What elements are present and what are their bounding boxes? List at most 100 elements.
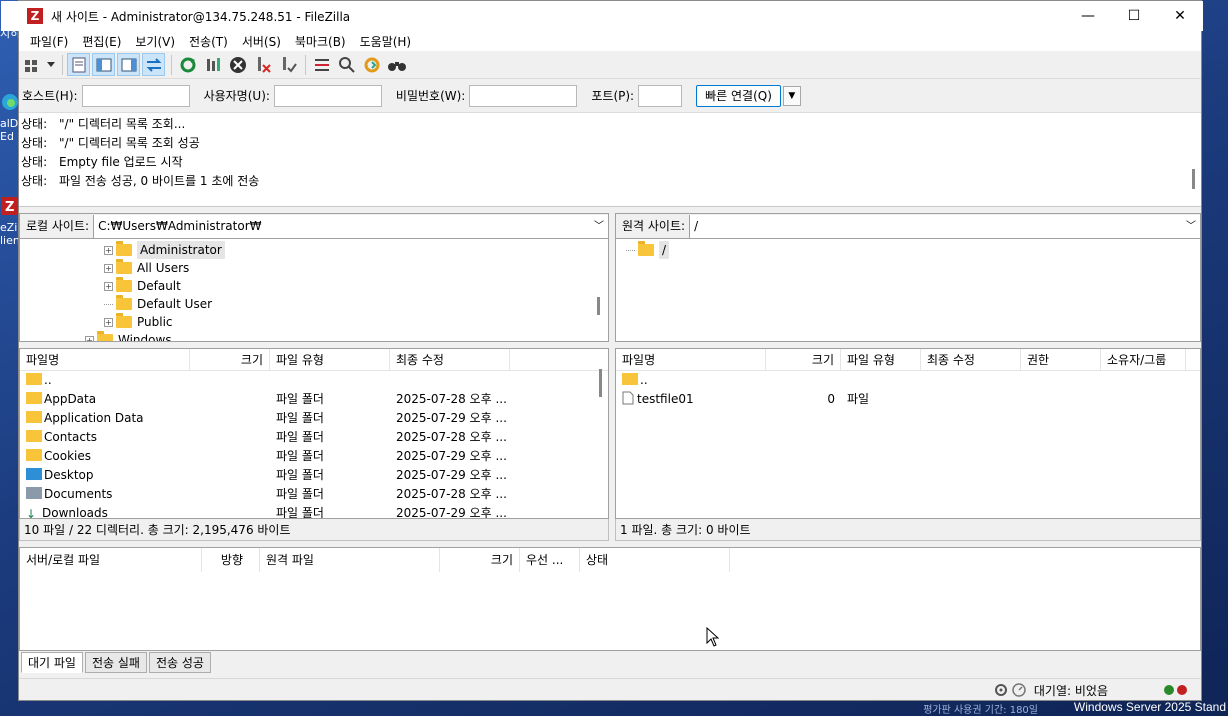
folder-icon: [26, 430, 42, 442]
tree-item[interactable]: + Windows: [85, 331, 172, 341]
tree-item[interactable]: Default User: [104, 295, 212, 313]
local-path-input[interactable]: C:₩Users₩Administrator₩ ﹀: [94, 214, 608, 238]
port-input[interactable]: [638, 84, 683, 107]
speed-limit-icon[interactable]: [1012, 683, 1026, 697]
password-input[interactable]: [469, 84, 578, 107]
col-size[interactable]: 크기: [440, 548, 520, 572]
table-row[interactable]: ↓ Downloads 파일 폴더 2025-07-29 오후 ...: [20, 504, 608, 518]
col-size[interactable]: 크기: [190, 349, 270, 371]
search-icon[interactable]: [385, 53, 408, 76]
transfer-queue: 서버/로컬 파일 방향 원격 파일 크기 우선 ... 상태: [19, 547, 1201, 651]
refresh-icon[interactable]: [176, 53, 199, 76]
host-label: 호스트(H):: [22, 89, 78, 103]
folder-icon: [622, 373, 638, 385]
remote-path-input[interactable]: / ﹀: [690, 214, 1200, 238]
table-row[interactable]: AppData 파일 폴더 2025-07-28 오후 ...: [20, 390, 608, 409]
col-priority[interactable]: 우선 ...: [520, 548, 580, 572]
menu-bookmarks[interactable]: 북마크(B): [288, 33, 353, 50]
toggle-remote-tree-icon[interactable]: [117, 53, 140, 76]
chevron-down-icon[interactable]: ﹀: [594, 215, 604, 238]
gear-icon[interactable]: [994, 683, 1008, 697]
remote-site-bar: 원격 사이트: / ﹀: [615, 213, 1201, 238]
menu-edit[interactable]: 편집(E): [75, 33, 128, 50]
tree-scrollbar[interactable]: [597, 297, 600, 315]
directory-filter-icon[interactable]: [310, 53, 333, 76]
table-row[interactable]: Documents 파일 폴더 2025-07-28 오후 ...: [20, 485, 608, 504]
table-row[interactable]: ..: [20, 371, 608, 390]
table-row[interactable]: ..: [616, 371, 1200, 390]
sync-browse-icon[interactable]: [360, 53, 383, 76]
log-line: 상태: "/" 디렉터리 목록 조회...: [21, 117, 186, 131]
col-direction[interactable]: 방향: [202, 548, 260, 572]
minimize-button[interactable]: —: [1065, 1, 1111, 31]
col-permissions[interactable]: 권한: [1021, 349, 1101, 371]
tree-item[interactable]: + Public: [104, 313, 173, 331]
remote-list-header: 파일명 크기 파일 유형 최종 수정 권한 소유자/그룹 ^: [616, 349, 1200, 371]
toggle-local-tree-icon[interactable]: [92, 53, 115, 76]
site-manager-icon[interactable]: [21, 53, 44, 76]
menu-server[interactable]: 서버(S): [235, 33, 288, 50]
col-modified[interactable]: 최종 수정: [921, 349, 1021, 371]
col-type[interactable]: 파일 유형: [270, 349, 390, 371]
local-list-header: 파일명 크기 파일 유형 최종 수정 ^: [20, 349, 608, 371]
tree-item[interactable]: + Default: [104, 277, 181, 295]
cancel-icon[interactable]: [226, 53, 249, 76]
toggle-queue-icon[interactable]: [142, 53, 165, 76]
toolbar: [19, 51, 1201, 79]
col-size[interactable]: 크기: [766, 349, 841, 371]
process-queue-icon[interactable]: [201, 53, 224, 76]
col-remote-file[interactable]: 원격 파일: [260, 548, 440, 572]
col-type[interactable]: 파일 유형: [841, 349, 921, 371]
expand-icon: +: [104, 281, 113, 291]
tree-item[interactable]: /: [626, 241, 670, 259]
table-row[interactable]: Application Data 파일 폴더 2025-07-29 오후 ...: [20, 409, 608, 428]
close-button[interactable]: ✕: [1157, 1, 1203, 31]
tab-queued-files[interactable]: 대기 파일: [21, 652, 83, 673]
table-row[interactable]: Contacts 파일 폴더 2025-07-28 오후 ...: [20, 428, 608, 447]
list-scrollbar[interactable]: [599, 369, 602, 397]
disconnect-icon[interactable]: [251, 53, 274, 76]
folder-icon: [97, 331, 113, 341]
folder-icon: [26, 411, 42, 423]
table-row[interactable]: testfile01 0 파일: [616, 390, 1200, 409]
desktop-icon: [26, 468, 42, 480]
svg-text:Z: Z: [5, 200, 14, 215]
quickconnect-button[interactable]: 빠른 연결(Q): [696, 84, 781, 107]
col-modified[interactable]: 최종 수정: [390, 349, 510, 371]
toggle-log-icon[interactable]: [67, 53, 90, 76]
username-input[interactable]: [273, 84, 382, 107]
activation-text: 평가판 사용권 기간: 180일: [923, 705, 1038, 716]
menu-view[interactable]: 보기(V): [128, 33, 182, 50]
table-row[interactable]: Cookies 파일 폴더 2025-07-29 오후 ...: [20, 447, 608, 466]
quickconnect-bar: 호스트(H): 사용자명(U): 비밀번호(W): 포트(P): 빠른 연결(Q…: [19, 79, 1201, 113]
host-input[interactable]: [81, 84, 190, 107]
col-owner[interactable]: 소유자/그룹: [1101, 349, 1186, 371]
tab-failed-transfers[interactable]: 전송 실패: [84, 652, 147, 673]
sort-arrow-icon: ^: [102, 348, 110, 355]
site-manager-dropdown-icon[interactable]: [46, 53, 56, 76]
folder-icon: [116, 313, 132, 328]
col-server-local-file[interactable]: 서버/로컬 파일: [20, 548, 202, 572]
chevron-down-icon[interactable]: ﹀: [1186, 215, 1196, 238]
quickconnect-dropdown-icon[interactable]: ▼: [782, 85, 801, 106]
reconnect-icon[interactable]: [276, 53, 299, 76]
menu-file[interactable]: 파일(F): [23, 33, 75, 50]
compare-icon[interactable]: [335, 53, 358, 76]
maximize-button[interactable]: ☐: [1111, 1, 1157, 31]
title-bar[interactable]: Z 새 사이트 - Administrator@134.75.248.51 - …: [1, 1, 1203, 31]
col-status[interactable]: 상태: [580, 548, 730, 572]
menu-help[interactable]: 도움말(H): [353, 33, 419, 50]
tree-item[interactable]: + Administrator: [104, 241, 225, 259]
table-row[interactable]: Desktop 파일 폴더 2025-07-29 오후 ...: [20, 466, 608, 485]
filezilla-icon: Z: [1, 197, 19, 215]
queue-status-text: 대기열: 비었음: [1033, 683, 1108, 698]
tab-successful-transfers[interactable]: 전송 성공: [148, 652, 211, 673]
remote-tree: /: [615, 238, 1201, 342]
tree-item[interactable]: + All Users: [104, 259, 189, 277]
expand-icon: +: [104, 245, 113, 255]
folder-icon: [26, 373, 42, 385]
log-scrollbar[interactable]: [1192, 169, 1195, 189]
menu-transfer[interactable]: 전송(T): [182, 33, 235, 50]
queue-header: 서버/로컬 파일 방향 원격 파일 크기 우선 ... 상태: [20, 548, 1200, 572]
queue-tabs: 대기 파일 전송 실패 전송 성공: [21, 652, 213, 673]
